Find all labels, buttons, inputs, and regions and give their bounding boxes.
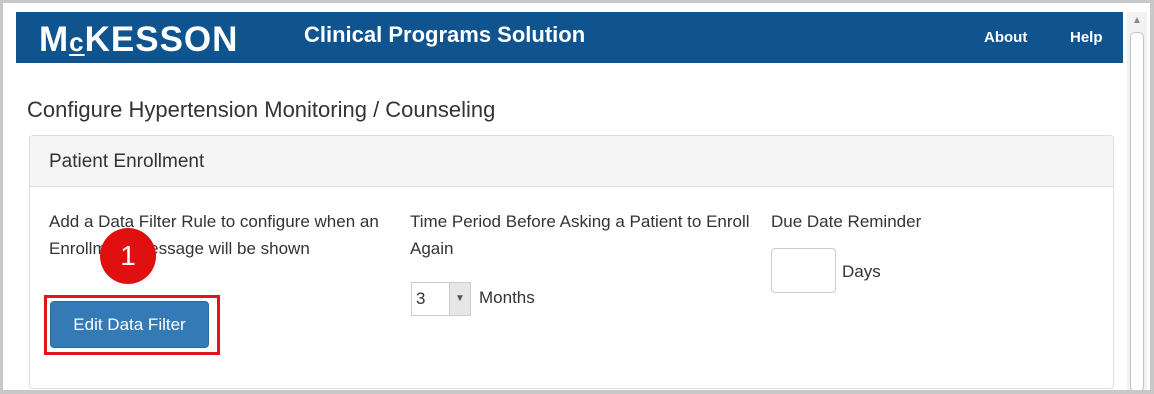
days-unit-label: Days xyxy=(842,262,881,281)
time-period-select[interactable]: 3 ▼ xyxy=(411,282,471,316)
mckesson-logo: McKESSON xyxy=(39,20,239,59)
nav-help-link[interactable]: Help xyxy=(1070,28,1103,48)
time-period-select-value: 3 xyxy=(416,289,426,308)
patient-enrollment-panel: Patient Enrollment Add a Data Filter Rul… xyxy=(29,135,1114,389)
page-title: Configure Hypertension Monitoring / Coun… xyxy=(27,97,496,122)
due-date-days-input[interactable] xyxy=(771,248,836,293)
vertical-scrollbar[interactable]: ▲ xyxy=(1127,12,1147,390)
due-date-reminder-label: Due Date Reminder xyxy=(771,212,922,231)
app-title: Clinical Programs Solution xyxy=(304,22,586,47)
panel-heading: Patient Enrollment xyxy=(30,136,1113,187)
scroll-thumb[interactable] xyxy=(1130,32,1144,390)
panel-title: Patient Enrollment xyxy=(49,151,205,172)
top-navigation-bar: McKESSON Clinical Programs Solution Abou… xyxy=(16,12,1123,63)
dropdown-arrow-icon[interactable]: ▼ xyxy=(449,283,470,315)
nav-about-link[interactable]: About xyxy=(984,28,1027,48)
scroll-up-arrow-icon[interactable]: ▲ xyxy=(1127,12,1147,30)
browser-frame: McKESSON Clinical Programs Solution Abou… xyxy=(3,3,1150,390)
highlight-box xyxy=(44,295,220,355)
step-callout-badge: 1 xyxy=(100,228,156,284)
time-period-label: Time Period Before Asking a Patient to E… xyxy=(410,212,750,258)
months-unit-label: Months xyxy=(479,288,535,307)
